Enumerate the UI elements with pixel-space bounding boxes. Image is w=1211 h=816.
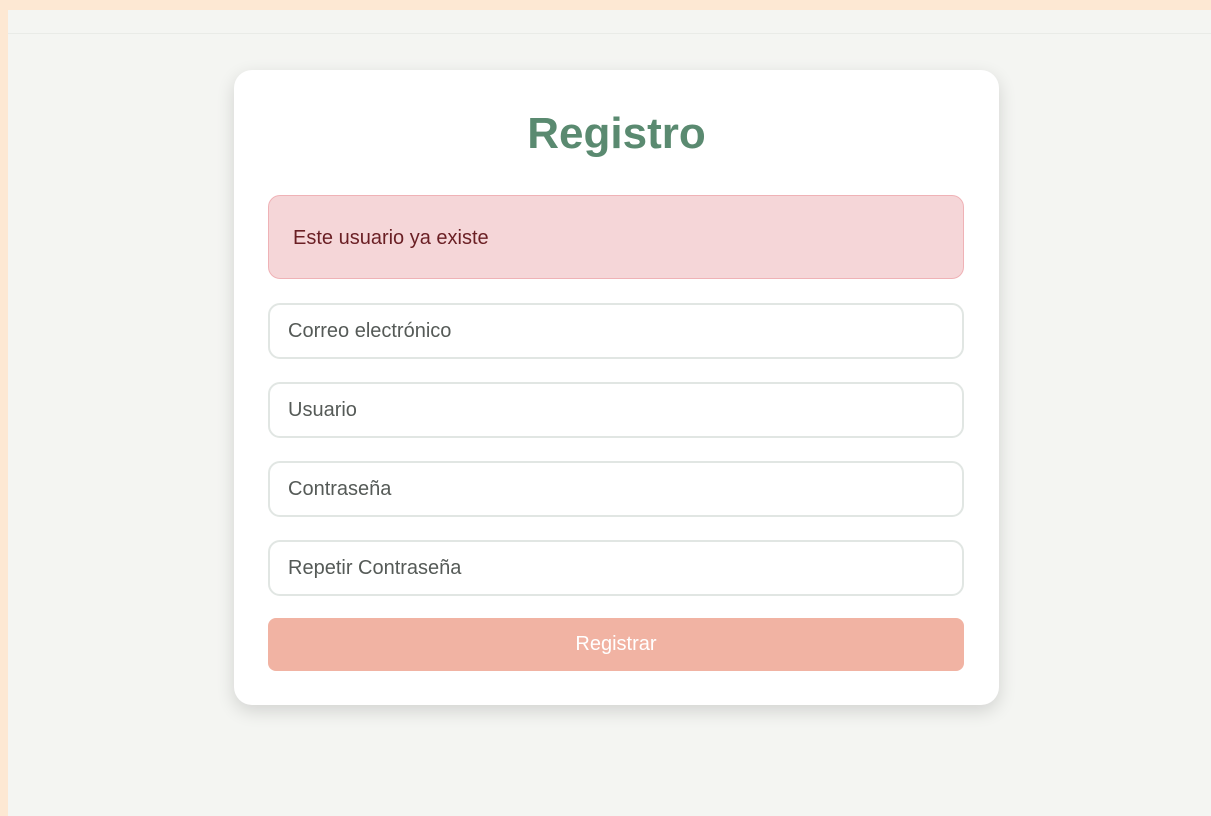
page-title: Registro <box>527 109 706 158</box>
header-divider <box>8 33 1211 34</box>
register-card: Registro Este usuario ya existe Registra… <box>234 70 999 705</box>
repeat-password-field[interactable] <box>268 540 964 596</box>
email-field[interactable] <box>268 303 964 359</box>
page-background: Registro Este usuario ya existe Registra… <box>8 10 1211 816</box>
register-button[interactable]: Registrar <box>268 618 964 671</box>
error-alert: Este usuario ya existe <box>268 195 964 279</box>
username-field[interactable] <box>268 382 964 438</box>
password-field[interactable] <box>268 461 964 517</box>
